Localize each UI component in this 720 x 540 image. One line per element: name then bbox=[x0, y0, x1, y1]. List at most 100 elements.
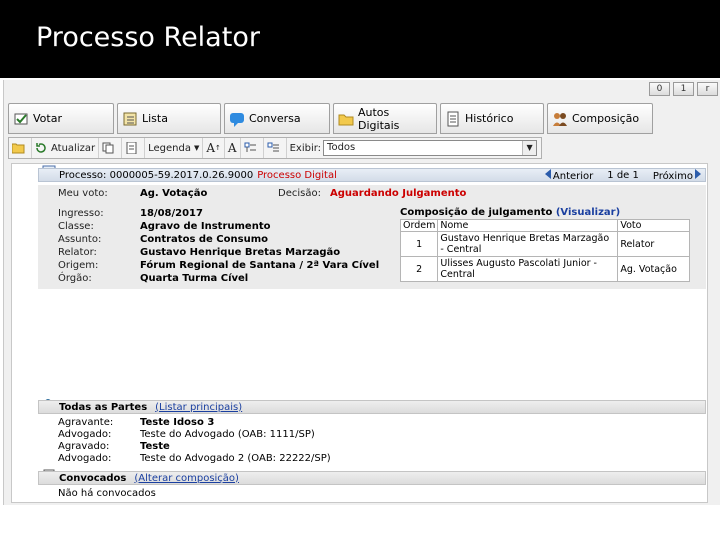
column-header-voto: Voto bbox=[617, 219, 690, 232]
tab-historico[interactable]: Histórico bbox=[440, 103, 544, 134]
field-label: Órgão: bbox=[58, 273, 92, 284]
process-number[interactable]: 0000005-59.2017.0.26.9000 bbox=[110, 170, 254, 181]
refresh-button[interactable]: Atualizar bbox=[32, 138, 100, 158]
column-header-nome: Nome bbox=[437, 219, 619, 232]
field-value: Contratos de Consumo bbox=[140, 234, 268, 245]
process-label-text: Processo: bbox=[59, 169, 107, 181]
field-relator: Relator: Gustavo Henrique Bretas Marzagão bbox=[58, 247, 340, 258]
process-navigation: Anterior 1 de 1 Próximo bbox=[544, 169, 701, 182]
field-label: Ingresso: bbox=[58, 208, 104, 219]
slide-title: Processo Relator bbox=[36, 22, 260, 53]
folder-open-icon bbox=[11, 142, 25, 154]
convocados-empty: Não há convocados bbox=[58, 488, 156, 499]
field-value: Fórum Regional de Santana / 2ª Vara Cíve… bbox=[140, 260, 380, 271]
minimize-button[interactable]: 0 bbox=[649, 82, 670, 96]
parte-label: Agravante: bbox=[58, 417, 114, 428]
prev-label: Anterior bbox=[552, 171, 594, 182]
font-increase-label: A bbox=[206, 141, 216, 155]
tab-label: Histórico bbox=[465, 112, 514, 125]
exibir-label: Exibir: bbox=[289, 142, 322, 154]
parte-row: Agravado: Teste bbox=[58, 441, 170, 452]
field-origem: Origem: Fórum Regional de Santana / 2ª Va… bbox=[58, 260, 379, 271]
tab-bar: Votar Lista Conversa Autos Digitais Hist… bbox=[8, 103, 653, 134]
open-folder-button[interactable] bbox=[9, 138, 32, 158]
tab-composicao[interactable]: Composição bbox=[547, 103, 653, 134]
section-partes: Todas as Partes (Listar principais) bbox=[38, 400, 706, 414]
cell-ordem: 1 bbox=[399, 231, 439, 257]
tab-label: Votar bbox=[33, 112, 62, 125]
next-label: Próximo bbox=[652, 171, 693, 182]
field-orgao: Órgão: Quarta Turma Cível bbox=[58, 273, 248, 284]
section-convocados-title: Convocados bbox=[59, 472, 127, 484]
tab-label: Lista bbox=[142, 112, 168, 125]
close-button[interactable]: r bbox=[697, 82, 718, 96]
field-assunto: Assunto: Contratos de Consumo bbox=[58, 234, 268, 245]
tree-collapse-icon bbox=[267, 142, 280, 154]
slide-header: Processo Relator bbox=[0, 0, 720, 78]
decisao: Decisão: Aguardando Julgamento bbox=[278, 188, 466, 199]
column-header-ordem: Ordem bbox=[399, 219, 439, 232]
tab-label: Conversa bbox=[249, 112, 301, 125]
composicao-title: Composição de julgamento (Visualizar) bbox=[400, 207, 620, 218]
font-decrease-label: A bbox=[227, 141, 237, 155]
process-panel: Processo: 0000005-59.2017.0.26.9000 Proc… bbox=[11, 163, 708, 503]
chevron-down-icon: ▼ bbox=[193, 144, 200, 152]
toolbar: Atualizar Legenda ▼ A ↑ A Exibir: Todos … bbox=[8, 137, 542, 159]
app-window: 0 1 r Votar Lista Conversa Autos Digitai… bbox=[3, 80, 720, 505]
tab-lista[interactable]: Lista bbox=[117, 103, 221, 134]
field-classe: Classe: Agravo de Instrumento bbox=[58, 221, 270, 232]
table-row[interactable]: 2 Ulisses Augusto Pascolati Junior - Cen… bbox=[399, 256, 690, 282]
legend-label: Legenda bbox=[148, 142, 191, 154]
window-controls: 0 1 r bbox=[649, 82, 718, 98]
parte-value: Teste bbox=[140, 441, 170, 452]
tab-label: Autos Digitais bbox=[358, 105, 400, 132]
field-value: Gustavo Henrique Bretas Marzagão bbox=[140, 247, 341, 258]
parte-label: Agravado: bbox=[58, 441, 110, 452]
meu-voto: Meu voto: Ag. Votação bbox=[58, 188, 207, 199]
people-icon bbox=[552, 111, 568, 127]
field-label: Relator: bbox=[58, 247, 97, 258]
tab-label: Composição bbox=[572, 112, 640, 125]
parte-value: Teste do Advogado 2 (OAB: 22222/SP) bbox=[140, 453, 331, 464]
meu-voto-value: Ag. Votação bbox=[140, 188, 208, 199]
exibir-value: Todos bbox=[327, 142, 356, 153]
exibir-select[interactable]: Todos ▼ bbox=[323, 140, 538, 156]
list-icon bbox=[122, 111, 138, 127]
alterar-composicao-link[interactable]: (Alterar composição) bbox=[134, 473, 239, 484]
cell-ordem: 2 bbox=[399, 256, 439, 282]
tab-conversa[interactable]: Conversa bbox=[224, 103, 330, 134]
copy-button[interactable] bbox=[99, 138, 123, 158]
composicao-title-text: Composição de julgamento bbox=[400, 207, 553, 218]
parte-value: Teste Idoso 3 bbox=[140, 417, 215, 428]
vote-icon bbox=[13, 111, 29, 127]
field-label: Assunto: bbox=[58, 234, 102, 245]
decisao-label: Decisão: bbox=[278, 188, 321, 199]
prev-button[interactable]: Anterior bbox=[544, 169, 594, 182]
visualizar-link[interactable]: (Visualizar) bbox=[556, 207, 620, 218]
collapse-button[interactable] bbox=[264, 138, 287, 158]
next-button[interactable]: Próximo bbox=[653, 169, 701, 182]
tree-expand-icon bbox=[244, 142, 257, 154]
document-icon bbox=[125, 141, 138, 155]
tab-votar[interactable]: Votar bbox=[8, 103, 114, 134]
arrow-left-icon bbox=[544, 169, 551, 179]
font-decrease-button[interactable]: A bbox=[225, 138, 241, 158]
legend-dropdown[interactable]: Legenda ▼ bbox=[145, 138, 204, 158]
field-label: Classe: bbox=[58, 221, 94, 232]
arrow-up-icon: ↑ bbox=[215, 144, 221, 152]
font-increase-button[interactable]: A ↑ bbox=[203, 138, 225, 158]
process-bar: Processo: 0000005-59.2017.0.26.9000 Proc… bbox=[38, 168, 706, 182]
decisao-value: Aguardando Julgamento bbox=[330, 188, 467, 199]
select-arrow-icon: ▼ bbox=[522, 141, 537, 155]
cell-voto: Relator bbox=[617, 231, 690, 257]
table-row[interactable]: 1 Gustavo Henrique Bretas Marzagão - Cen… bbox=[399, 231, 690, 257]
tab-autos-digitais[interactable]: Autos Digitais bbox=[333, 103, 437, 134]
maximize-button[interactable]: 1 bbox=[673, 82, 694, 96]
section-convocados: Convocados (Alterar composição) bbox=[38, 471, 706, 485]
exibir-group: Exibir: Todos ▼ bbox=[287, 138, 540, 158]
listar-principais-link[interactable]: (Listar principais) bbox=[155, 402, 242, 413]
expand-button[interactable] bbox=[241, 138, 264, 158]
parte-value: Teste do Advogado (OAB: 1111/SP) bbox=[140, 429, 315, 440]
cell-voto: Ag. Votação bbox=[617, 256, 690, 282]
print-button[interactable] bbox=[122, 138, 146, 158]
